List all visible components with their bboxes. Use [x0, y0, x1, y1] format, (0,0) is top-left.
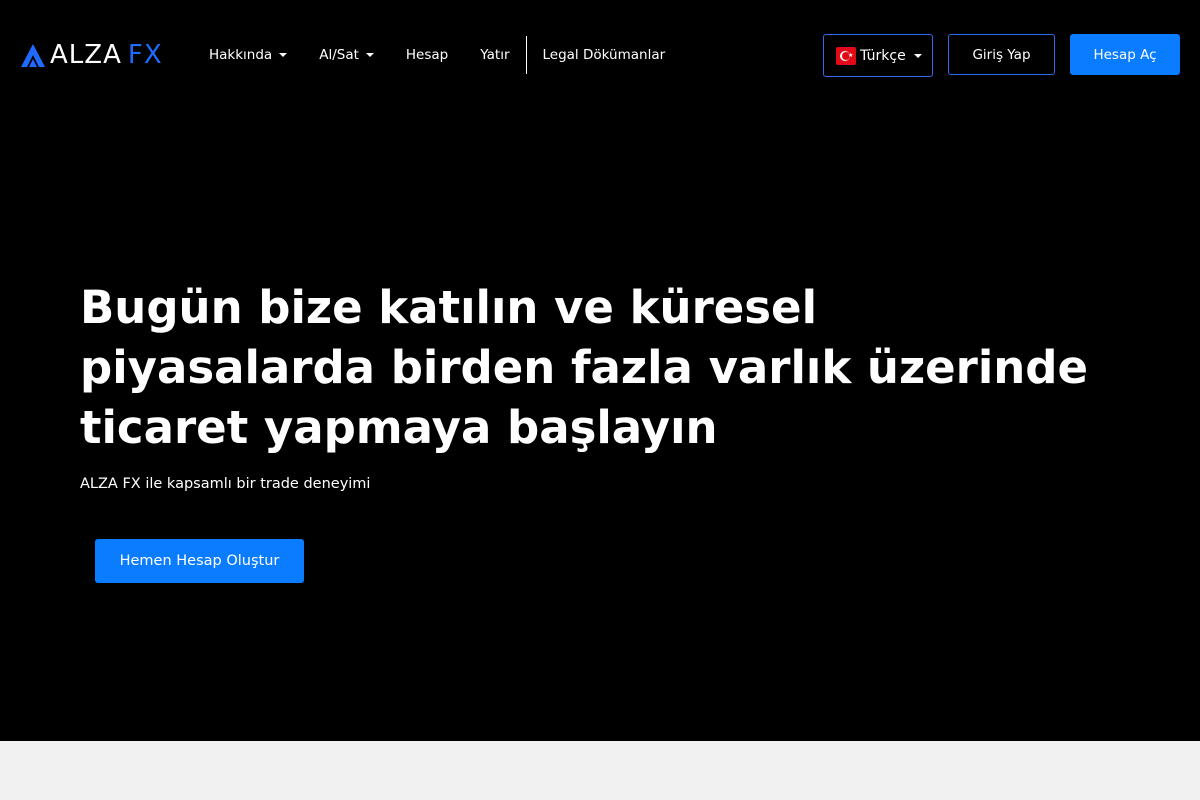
hero-section: ALZA FX Hakkında Al/Sat Hesap Yatır Legal…	[0, 0, 1200, 741]
caret-down-icon	[913, 53, 922, 58]
login-button[interactable]: Giriş Yap	[948, 34, 1055, 75]
language-label: Türkçe	[860, 47, 906, 64]
nav-item-label: Hesap	[405, 47, 449, 63]
nav-item-al-sat[interactable]: Al/Sat	[319, 42, 374, 68]
nav-item-yatir[interactable]: Yatır	[480, 42, 509, 68]
brand-name: ALZA FX	[50, 40, 163, 70]
hero-headline-line: piyasalarda birden fazla varlık üzerinde	[80, 341, 1089, 394]
hero-headline: Bugün bize katılın ve küresel piyasalard…	[80, 278, 1089, 458]
nav-item-hesap[interactable]: Hesap	[406, 42, 448, 68]
main-menu: Hakkında Al/Sat Hesap Yatır Legal Döküma…	[209, 36, 666, 74]
top-navigation: ALZA FX Hakkında Al/Sat Hesap Yatır Legal…	[0, 0, 1200, 110]
nav-item-hakkinda[interactable]: Hakkında	[209, 42, 288, 68]
open-account-button[interactable]: Hesap Aç	[1070, 34, 1180, 75]
caret-down-icon	[279, 53, 288, 57]
nav-item-label: Hakkında	[209, 47, 273, 63]
caret-down-icon	[365, 53, 374, 57]
nav-item-label: Yatır	[480, 47, 510, 63]
alza-logo-mark-icon	[21, 44, 45, 67]
lower-section	[0, 741, 1200, 800]
hero-subtitle: ALZA FX ile kapsamlı bir trade deneyimi	[80, 476, 371, 492]
nav-item-label: Al/Sat	[319, 47, 359, 63]
brand-logo[interactable]: ALZA FX	[20, 40, 163, 70]
turkey-flag-icon: ★	[836, 46, 856, 65]
nav-item-legal-dokumanlar[interactable]: Legal Dökümanlar	[543, 42, 666, 68]
nav-item-label: Legal Dökümanlar	[542, 47, 666, 63]
hero-headline-line: Bugün bize katılın ve küresel	[80, 281, 818, 334]
hero-headline-line: ticaret yapmaya başlayın	[80, 401, 718, 454]
create-account-cta-button[interactable]: Hemen Hesap Oluştur	[95, 539, 304, 583]
nav-divider	[525, 36, 527, 74]
language-selector[interactable]: ★ Türkçe	[823, 34, 933, 77]
